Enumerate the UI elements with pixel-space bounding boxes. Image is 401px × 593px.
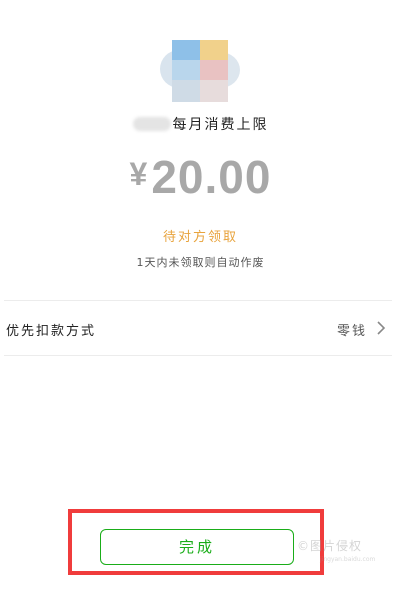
amount-value: 20.00 [151,151,272,203]
recipient-title: 每月消费上限 [172,117,269,133]
payment-method-label: 优先扣款方式 [6,324,97,339]
transfer-status: 待对方领取 [162,230,238,245]
chevron-right-icon [377,321,386,335]
redacted-name [132,117,171,131]
transfer-amount: ¥20.00 [0,150,401,204]
payment-method-row[interactable]: 优先扣款方式 零钱 [0,301,401,355]
transfer-result-page: 每月消费上限 ¥20.00 待对方领取 1天内未领取则自动作废 优先扣款方式 零… [0,0,401,593]
currency-symbol: ¥ [129,156,148,192]
watermark-sub: jingyan.baidu.com [320,556,376,563]
watermark: ©图片侵权 [297,539,363,553]
divider-bottom [4,355,392,356]
done-button[interactable]: 完成 [100,529,294,565]
recipient-name: 每月消费上限 [0,114,401,134]
expiry-hint: 1天内未领取则自动作废 [136,256,265,269]
payment-method-value: 零钱 [336,324,367,339]
avatar [160,40,240,102]
